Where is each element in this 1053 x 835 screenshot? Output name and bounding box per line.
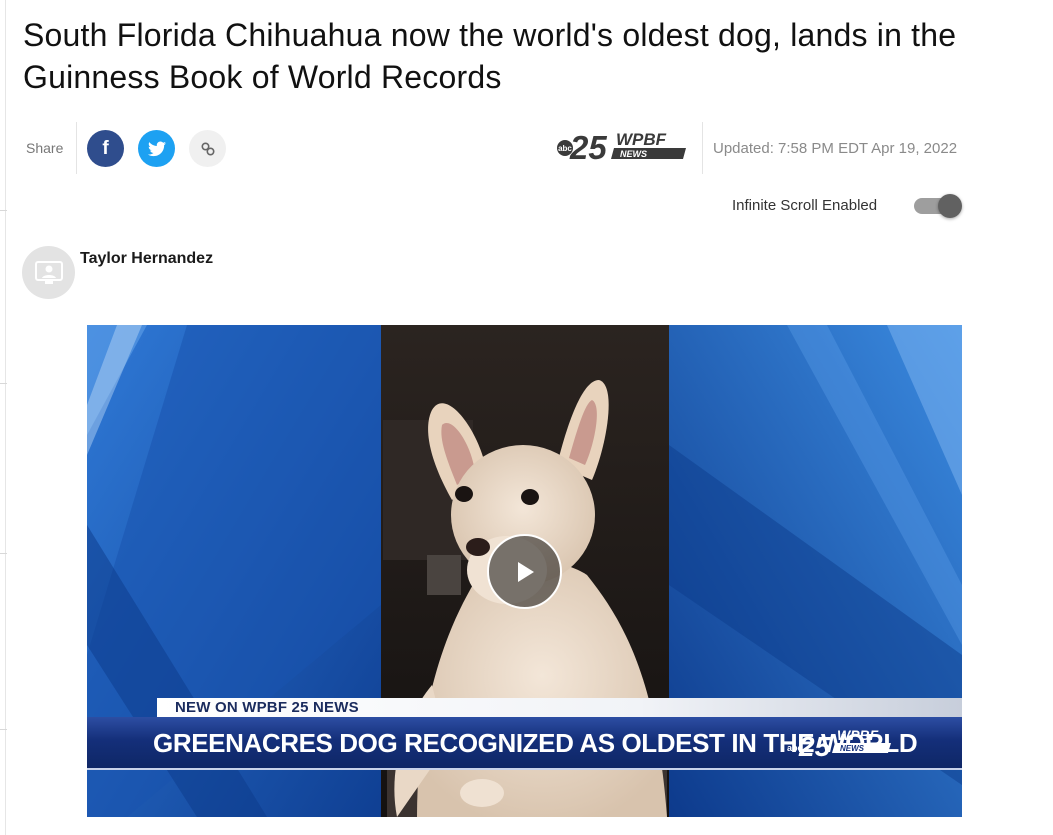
article-headline: South Florida Chihuahua now the world's … (23, 17, 957, 95)
svg-text:25: 25 (569, 129, 607, 166)
left-edge-tick (0, 729, 7, 730)
author-placeholder-icon (34, 260, 63, 284)
author-avatar (22, 246, 75, 299)
left-edge-rule (0, 0, 6, 835)
author-name: Taylor Hernandez (80, 250, 214, 267)
facebook-share-button[interactable]: f (87, 130, 124, 167)
facebook-icon: f (102, 137, 109, 159)
link-icon (200, 141, 215, 156)
toggle-knob (938, 194, 962, 218)
infinite-scroll-toggle[interactable] (914, 194, 963, 218)
share-divider (76, 122, 77, 174)
lower-third-kicker: NEW ON WPBF 25 NEWS (175, 699, 359, 716)
play-icon (517, 561, 534, 582)
updated-timestamp: Updated: 7:58 PM EDT Apr 19, 2022 (713, 140, 958, 157)
wpbf-25-logo: abc 25 WPBF NEWS (557, 129, 686, 166)
video-player[interactable]: NEW ON WPBF 25 NEWS GREENACRES DOG RECOG… (87, 325, 962, 817)
left-edge-tick (0, 210, 7, 211)
left-edge-tick (0, 553, 7, 554)
copy-link-button[interactable] (189, 130, 226, 167)
infinite-scroll-label: Infinite Scroll Enabled (732, 197, 878, 214)
svg-text:NEWS: NEWS (840, 744, 865, 753)
wpbf-25-logo-overlay: abc 25 WPBF NEWS (787, 727, 891, 762)
twitter-bird-icon (147, 141, 166, 156)
left-edge-tick (0, 383, 7, 384)
share-label: Share (26, 140, 64, 156)
meta-divider (702, 122, 703, 174)
svg-text:25: 25 (798, 731, 831, 762)
twitter-share-button[interactable] (138, 130, 175, 167)
svg-text:WPBF: WPBF (837, 727, 879, 743)
svg-text:NEWS: NEWS (620, 149, 647, 159)
play-button[interactable] (487, 534, 562, 609)
svg-text:WPBF: WPBF (616, 130, 667, 149)
